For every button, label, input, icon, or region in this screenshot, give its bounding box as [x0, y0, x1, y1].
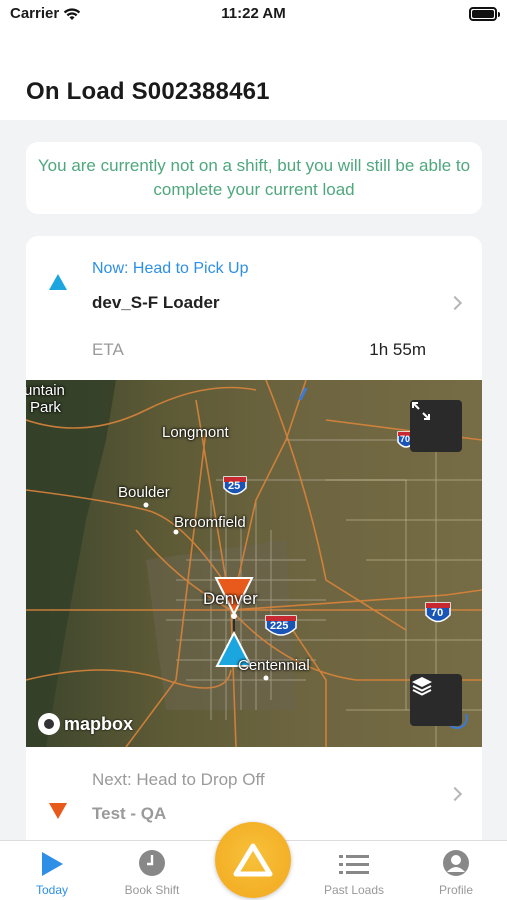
expand-icon — [412, 402, 430, 420]
eta-value: 1h 55m — [369, 340, 426, 359]
load-card: Now: Head to Pick Up dev_S-F Loader ETA … — [26, 236, 482, 856]
status-bar: Carrier 11:22 AM — [0, 0, 507, 30]
clock-time: 11:22 AM — [221, 5, 286, 22]
play-icon — [42, 852, 63, 876]
mapbox-logo: mapbox — [38, 713, 133, 735]
center-action-button[interactable] — [215, 822, 291, 898]
interstate-225-label: 225 — [270, 620, 289, 632]
triangle-logo-icon — [233, 843, 273, 877]
header: On Load S002388461 — [0, 30, 507, 120]
chevron-right-icon — [447, 295, 463, 311]
tab-today[interactable]: Today — [12, 841, 92, 900]
eta-label: ETA — [92, 340, 124, 359]
map-label-broomfield: Broomfield — [174, 514, 246, 531]
route-map[interactable]: untain Park Longmont Boulder Broomfield … — [26, 380, 482, 747]
person-icon — [443, 850, 469, 876]
map-label-denver: Denver — [203, 589, 258, 608]
next-stop-label: Next: Head to Drop Off — [92, 770, 265, 789]
tab-book-shift[interactable]: Book Shift — [112, 841, 192, 900]
map-label-park: Park — [30, 399, 61, 416]
tab-profile-label: Profile — [438, 883, 473, 897]
clock-icon — [139, 850, 165, 876]
next-stop-name: Test - QA — [92, 804, 167, 823]
interstate-70-top-label: 70 — [400, 434, 411, 444]
tab-book-shift-label: Book Shift — [124, 883, 180, 897]
shift-notice: You are currently not on a shift, but yo… — [26, 142, 482, 214]
tab-today-label: Today — [35, 883, 69, 897]
current-stop-label: Now: Head to Pick Up — [92, 260, 249, 277]
list-icon — [339, 855, 369, 874]
map-label-mountain: untain — [26, 382, 65, 399]
map-label-longmont: Longmont — [162, 424, 229, 441]
tab-past-loads[interactable]: Past Loads — [314, 841, 394, 900]
mapbox-attribution: mapbox — [64, 713, 134, 734]
tab-profile[interactable]: Profile — [416, 841, 496, 900]
pickup-marker-icon — [49, 274, 67, 290]
map-layers-button[interactable] — [410, 674, 462, 726]
map-label-boulder: Boulder — [118, 484, 170, 501]
chevron-right-icon — [447, 786, 463, 802]
current-stop-row[interactable]: Now: Head to Pick Up dev_S-F Loader ETA … — [26, 236, 482, 380]
map-label-centennial: Centennial — [238, 657, 310, 674]
dropoff-marker-icon — [49, 803, 67, 819]
tab-past-loads-label: Past Loads — [323, 883, 385, 897]
interstate-70-label: 70 — [431, 607, 444, 619]
layers-icon — [412, 677, 432, 696]
battery-icon — [469, 7, 500, 21]
interstate-25-label: 25 — [228, 480, 241, 492]
expand-map-button[interactable] — [410, 400, 462, 452]
current-stop-name: dev_S-F Loader — [92, 293, 220, 312]
mapbox-icon — [38, 713, 60, 735]
page-title: On Load S002388461 — [26, 78, 270, 105]
